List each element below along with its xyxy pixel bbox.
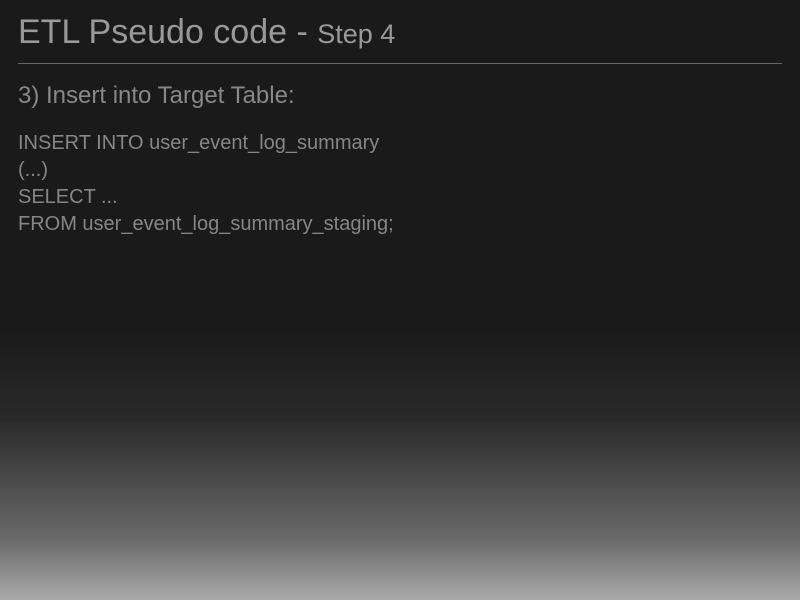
code-line-1: INSERT INTO user_event_log_summary [18,130,782,157]
slide-container: ETL Pseudo code - Step 4 3) Insert into … [0,0,800,250]
code-line-3: SELECT ... [18,184,782,211]
slide-subheading: 3) Insert into Target Table: [18,82,782,110]
code-block: INSERT INTO user_event_log_summary (...)… [18,130,782,238]
title-main: ETL Pseudo code - [18,13,317,51]
slide-title: ETL Pseudo code - Step 4 [18,12,782,64]
code-line-4: FROM user_event_log_summary_staging; [18,211,782,238]
code-line-2: (...) [18,157,782,184]
title-sub: Step 4 [317,19,395,49]
